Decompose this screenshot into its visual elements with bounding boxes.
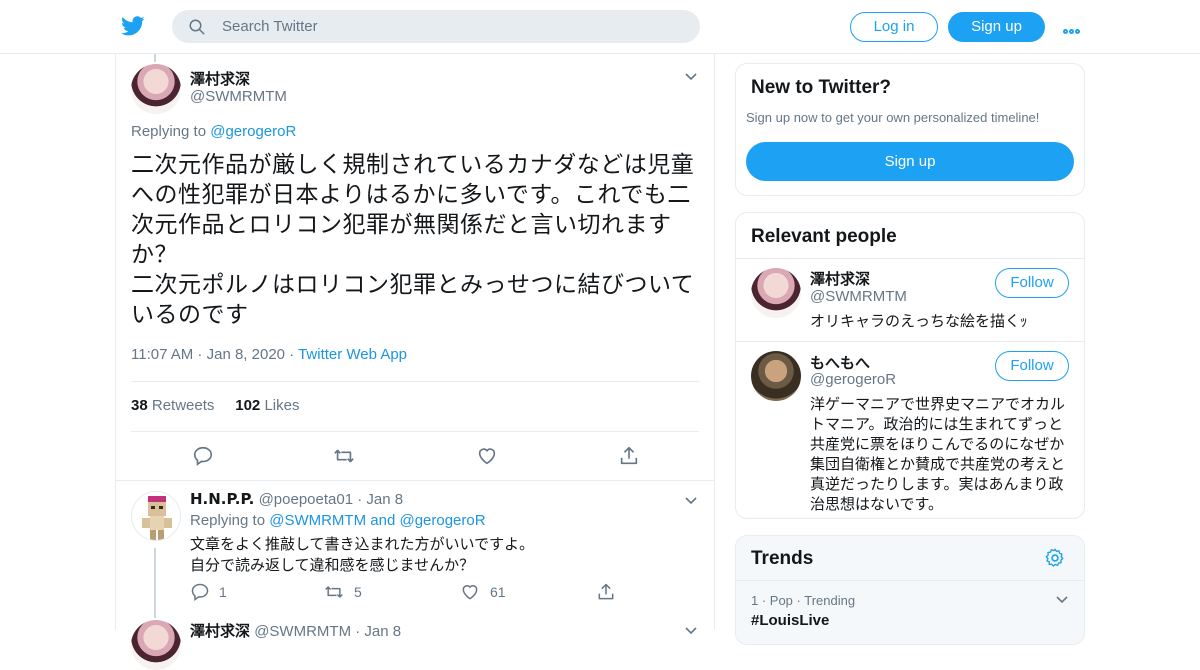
share-icon[interactable] xyxy=(618,445,640,467)
chevron-down-icon[interactable] xyxy=(1055,595,1069,605)
replying-to-link[interactable]: @SWMRMTM xyxy=(269,512,366,529)
tweet-text: 二次元作品が厳しく規制されているカナダなどは児童への性犯罪が日本よりはるかに多い… xyxy=(131,152,695,328)
reply-author-handle[interactable]: @SWMRMTM xyxy=(254,623,351,640)
retweet-count: 5 xyxy=(354,584,362,600)
person-name[interactable]: もへもへ xyxy=(810,352,870,373)
card-title: Trends xyxy=(751,548,814,569)
divider xyxy=(736,341,1084,342)
chevron-down-icon[interactable] xyxy=(684,496,698,506)
card-title: Relevant people xyxy=(751,226,897,247)
tweet-time[interactable]: 11:07 AM xyxy=(131,346,193,363)
tweet-meta: 11:07 AM · Jan 8, 2020 · Twitter Web App xyxy=(131,346,408,363)
replying-to: Replying to @SWMRMTM and @gerogeroR xyxy=(190,512,486,529)
trend-name[interactable]: #LouisLive xyxy=(751,612,829,629)
new-to-twitter-card: New to Twitter? Sign up now to get your … xyxy=(735,63,1085,196)
retweet-icon[interactable] xyxy=(324,582,344,602)
reply-header: H.N.P.P. @poepoeta01 · Jan 8 xyxy=(190,490,404,508)
avatar[interactable] xyxy=(131,491,181,541)
reply-count: 1 xyxy=(219,584,227,600)
top-bar: Log in Sign up xyxy=(0,0,1200,54)
replying-to-link[interactable]: @gerogeroR xyxy=(210,123,296,140)
divider xyxy=(131,431,699,432)
like-icon[interactable] xyxy=(460,582,480,602)
thread-line xyxy=(154,548,156,618)
replying-to-link[interactable]: @gerogeroR xyxy=(399,512,485,529)
chevron-down-icon[interactable] xyxy=(684,626,698,636)
retweet-icon[interactable] xyxy=(333,445,355,467)
avatar[interactable] xyxy=(131,620,181,670)
main-timeline: 澤村求深 @SWMRMTM Replying to @gerogeroR 二次元… xyxy=(115,54,715,670)
person-bio: オリキャラのえっちな絵を描くｯ xyxy=(810,312,1028,330)
replying-and[interactable]: and xyxy=(370,512,395,529)
retweets-count: 38 xyxy=(131,397,148,414)
retweets-stat[interactable]: 38 Retweets xyxy=(131,397,214,414)
tweet-date[interactable]: Jan 8, 2020 xyxy=(207,346,285,363)
reply-author-handle[interactable]: @poepoeta01 xyxy=(259,491,353,508)
replying-prefix: Replying to xyxy=(131,123,207,140)
avatar[interactable] xyxy=(751,351,801,401)
tweet-stats: 38 Retweets 102 Likes xyxy=(131,397,299,414)
tweet-author-name[interactable]: 澤村求深 xyxy=(190,68,250,89)
share-icon[interactable] xyxy=(596,582,616,602)
thread-line xyxy=(154,54,156,62)
reply-icon[interactable] xyxy=(192,445,214,467)
likes-stat[interactable]: 102 Likes xyxy=(235,397,299,414)
search-input[interactable] xyxy=(222,10,682,43)
avatar[interactable] xyxy=(131,64,181,114)
follow-button[interactable]: Follow xyxy=(995,351,1069,381)
twitter-bird-icon[interactable] xyxy=(120,14,146,38)
replying-prefix: Replying to xyxy=(190,512,266,529)
divider xyxy=(116,480,714,481)
reply-date[interactable]: Jan 8 xyxy=(364,623,401,640)
person-handle[interactable]: @SWMRMTM xyxy=(810,288,907,305)
person-name[interactable]: 澤村求深 xyxy=(810,268,870,289)
signup-button[interactable]: Sign up xyxy=(746,142,1074,181)
card-subtitle: Sign up now to get your own personalized… xyxy=(746,110,1040,125)
reply-header: 澤村求深 @SWMRMTM · Jan 8 xyxy=(190,622,402,640)
replying-to: Replying to @gerogeroR xyxy=(131,123,296,140)
likes-label: Likes xyxy=(264,397,300,414)
search-icon xyxy=(189,19,205,35)
chevron-down-icon[interactable] xyxy=(684,72,698,82)
more-icon[interactable] xyxy=(1063,18,1087,34)
signup-button[interactable]: Sign up xyxy=(948,12,1045,42)
reply-date[interactable]: Jan 8 xyxy=(366,491,403,508)
relevant-people-card: Relevant people 澤村求深 @SWMRMTM Follow オリキ… xyxy=(735,212,1085,519)
gear-icon[interactable] xyxy=(1044,547,1066,569)
like-icon[interactable] xyxy=(476,445,498,467)
likes-count: 102 xyxy=(235,397,261,414)
person-handle[interactable]: @gerogeroR xyxy=(810,371,896,388)
card-title: New to Twitter? xyxy=(751,77,892,98)
person-bio: 洋ゲーマニアで世界史マニアでオカルトマニア。政治的には生まれてずっと共産党に票を… xyxy=(810,395,1066,513)
avatar[interactable] xyxy=(751,268,801,318)
follow-button[interactable]: Follow xyxy=(995,268,1069,298)
divider xyxy=(736,580,1084,581)
tweet-author-handle[interactable]: @SWMRMTM xyxy=(190,88,287,105)
reply-author-name[interactable]: 澤村求深 xyxy=(190,622,250,640)
trend-meta: 1 · Pop · Trending xyxy=(751,593,856,608)
like-count: 61 xyxy=(490,584,506,600)
search-bar[interactable] xyxy=(172,10,700,43)
retweets-label: Retweets xyxy=(151,397,215,414)
reply-author-name[interactable]: H.N.P.P. xyxy=(190,490,254,508)
trends-card: Trends 1 · Pop · Trending #LouisLive xyxy=(735,535,1085,645)
divider xyxy=(736,258,1084,259)
minecraft-avatar-icon xyxy=(142,496,172,540)
divider xyxy=(131,381,699,382)
reply-text: 文章をよく推敲して書き込まれた方がいいですよ。 自分で読み返して違和感を感じませ… xyxy=(190,535,535,574)
tweet-source[interactable]: Twitter Web App xyxy=(298,346,407,363)
login-button[interactable]: Log in xyxy=(850,12,938,42)
reply-icon[interactable] xyxy=(190,582,210,602)
